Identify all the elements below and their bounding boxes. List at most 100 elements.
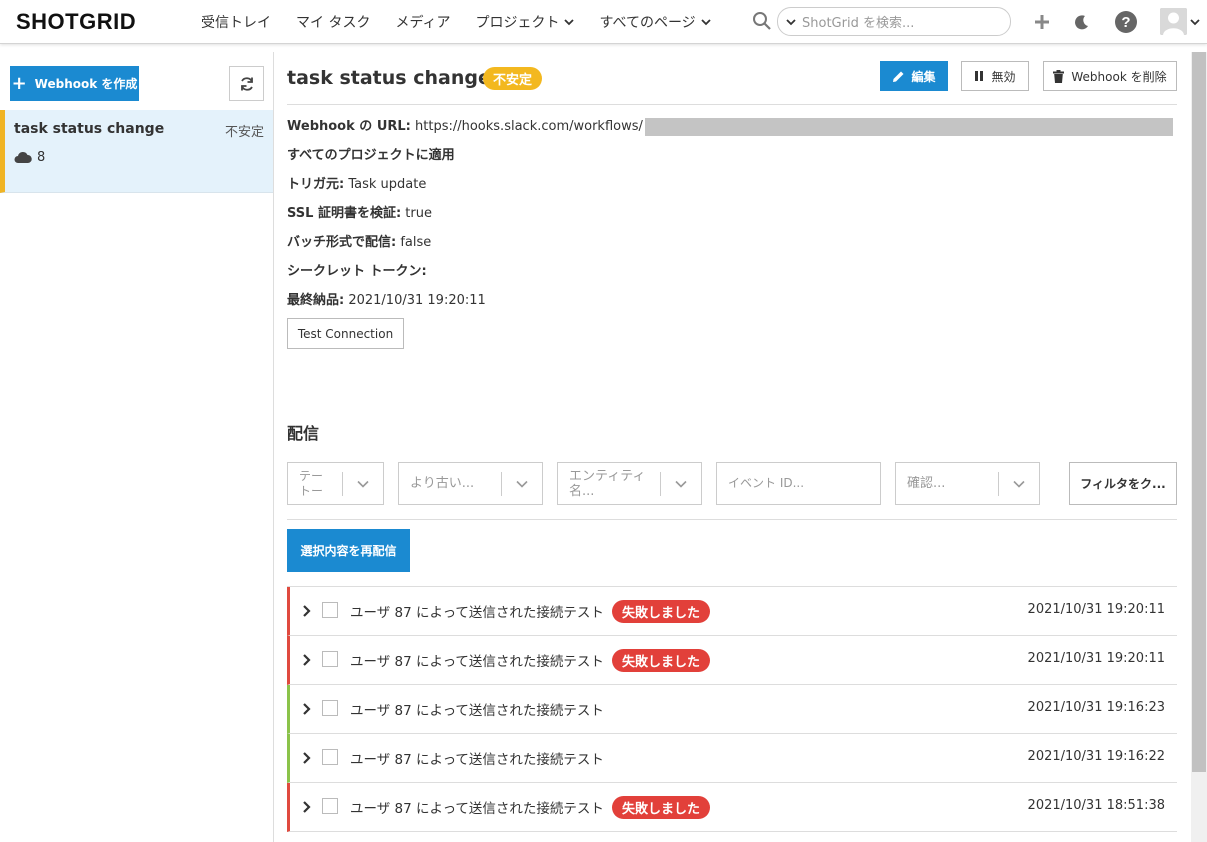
delivery-row[interactable]: ユーザ 87 によって送信された接続テスト 失敗しました 2021/10/31 19… [287, 587, 1177, 636]
failed-badge: 失敗しました [612, 649, 711, 672]
delivery-timestamp: 2021/10/31 18:51:38 [1027, 798, 1165, 813]
row-checkbox[interactable] [322, 700, 338, 716]
webhook-name: task status change [14, 121, 165, 137]
search-icon[interactable] [752, 11, 772, 31]
scope-text: すべてのプロジェクトに適用 [287, 148, 455, 163]
user-avatar[interactable] [1160, 8, 1187, 35]
help-icon[interactable]: ? [1114, 10, 1138, 34]
chevron-down-icon [564, 18, 575, 25]
chevron-down-icon[interactable] [343, 480, 383, 488]
delivery-message: ユーザ 87 によって送信された接続テスト [350, 801, 604, 817]
delivery-row[interactable]: ユーザ 87 によって送信された接続テスト 2021/10/31 19:16:23 [287, 685, 1177, 734]
chevron-right-icon[interactable] [302, 702, 312, 716]
last-delivery-value: 2021/10/31 19:20:11 [348, 293, 486, 308]
row-checkbox[interactable] [322, 602, 338, 618]
plus-icon: + [11, 73, 27, 94]
redacted-block [644, 117, 1173, 136]
webhook-list-item[interactable]: task status change 不安定 8 [0, 110, 273, 193]
nav-inbox[interactable]: 受信トレイ [201, 12, 271, 32]
scope-row: すべてのプロジェクトに適用 [287, 144, 455, 163]
nav-my-tasks[interactable]: マイ タスク [296, 12, 370, 32]
delete-webhook-button[interactable]: Webhook を削除 [1043, 61, 1177, 91]
edit-label: 編集 [911, 69, 936, 84]
nav-inbox-label: 受信トレイ [201, 14, 271, 31]
webhook-detail: task status change 不安定 編集 無効 Webhook を削除… [274, 52, 1191, 842]
url-value: https://hooks.slack.com/workflows/ [415, 119, 643, 134]
secret-token-row: シークレット トークン: [287, 260, 427, 279]
webhook-status: 不安定 [224, 125, 264, 140]
status-badge: 不安定 [483, 67, 543, 90]
pause-icon [975, 71, 984, 81]
trash-icon [1053, 69, 1065, 83]
trigger-label: トリガ元: [287, 177, 345, 192]
filter-type[interactable]: テー トー [287, 462, 384, 505]
chevron-down-icon[interactable] [786, 18, 796, 26]
delivery-row[interactable]: ユーザ 87 によって送信された接続テスト 2021/10/31 19:16:22 [287, 734, 1177, 783]
create-webhook-button[interactable]: + Webhook を作成 [10, 66, 139, 101]
delivery-timestamp: 2021/10/31 19:16:22 [1027, 749, 1165, 764]
search-input[interactable]: ShotGrid を検索... [777, 7, 1011, 36]
scrollbar-thumb[interactable] [1192, 52, 1206, 772]
webhook-sidebar: + Webhook を作成 task status change 不安定 8 [0, 52, 274, 842]
nav-media-label: メディア [395, 14, 451, 31]
failed-badge: 失敗しました [612, 600, 711, 623]
filter-entity-text: エンティティ 名... [569, 468, 646, 499]
shotgrid-logo[interactable]: SHOTGRID [16, 9, 176, 35]
filter-entity-name[interactable]: エンティティ 名... [557, 462, 702, 505]
moon-icon[interactable] [1070, 10, 1094, 34]
delivery-timestamp: 2021/10/31 19:20:11 [1027, 651, 1165, 666]
batch-row: バッチ形式で配信: false [287, 231, 431, 250]
chevron-right-icon[interactable] [302, 800, 312, 814]
ssl-value: true [405, 206, 432, 221]
search-placeholder: ShotGrid を検索... [802, 16, 915, 31]
row-checkbox[interactable] [322, 651, 338, 667]
nav-all-pages[interactable]: すべてのページ [599, 12, 711, 32]
chevron-down-icon[interactable] [999, 480, 1039, 488]
chevron-right-icon[interactable] [302, 653, 312, 667]
resend-selected-button[interactable]: 選択内容を再配信 [287, 529, 410, 572]
row-checkbox[interactable] [322, 749, 338, 765]
webhook-title: task status change [287, 67, 491, 89]
row-checkbox[interactable] [322, 798, 338, 814]
delivery-list: ユーザ 87 によって送信された接続テスト 失敗しました 2021/10/31 19… [287, 586, 1177, 832]
delivery-row[interactable]: ユーザ 87 によって送信された接続テスト 失敗しました 2021/10/31 19… [287, 636, 1177, 685]
secret-label: シークレット トークン: [287, 264, 427, 279]
ssl-label: SSL 証明書を検証: [287, 206, 402, 221]
clear-filters-button[interactable]: フィルタをク... [1069, 462, 1177, 505]
test-connection-button[interactable]: Test Connection [287, 318, 404, 349]
nav-my-tasks-label: マイ タスク [296, 14, 371, 31]
refresh-button[interactable] [229, 66, 264, 101]
delivery-timestamp: 2021/10/31 19:20:11 [1027, 602, 1165, 617]
divider [287, 104, 1177, 105]
filter-age[interactable]: より古い... [398, 462, 543, 505]
failed-badge: 失敗しました [612, 796, 711, 819]
chevron-right-icon[interactable] [302, 604, 312, 618]
cloud-icon [14, 151, 32, 163]
ssl-row: SSL 証明書を検証: true [287, 202, 432, 221]
event-id-input[interactable]: イベント ID... [716, 462, 881, 505]
nav-all-pages-label: すべてのページ [599, 14, 696, 31]
delivery-message: ユーザ 87 によって送信された接続テスト [350, 752, 604, 768]
deliveries-title: 配信 [287, 424, 320, 443]
last-delivery-row: 最終納品: 2021/10/31 19:20:11 [287, 289, 486, 308]
delivery-row[interactable]: ユーザ 87 によって送信された接続テスト 失敗しました 2021/10/31 18… [287, 783, 1177, 832]
filter-acknowledged[interactable]: 確認... [895, 462, 1040, 505]
webhook-delivery-count: 8 [14, 150, 45, 165]
delivery-message: ユーザ 87 によって送信された接続テスト [350, 605, 604, 621]
divider [287, 519, 1177, 520]
disable-label: 無効 [991, 69, 1016, 84]
chevron-down-icon[interactable] [1190, 18, 1200, 26]
url-label: Webhook の URL: [287, 119, 411, 134]
disable-button[interactable]: 無効 [961, 61, 1029, 91]
pencil-icon [893, 71, 904, 82]
filter-type-text: テー トー [299, 468, 324, 498]
delivery-message: ユーザ 87 によって送信された接続テスト [350, 703, 604, 719]
chevron-right-icon[interactable] [302, 751, 312, 765]
last-delivery-label: 最終納品: [287, 293, 345, 308]
chevron-down-icon[interactable] [661, 480, 701, 488]
nav-projects[interactable]: プロジェクト [475, 12, 575, 32]
nav-media[interactable]: メディア [395, 12, 450, 32]
plus-icon[interactable] [1030, 10, 1054, 34]
edit-button[interactable]: 編集 [880, 61, 948, 91]
chevron-down-icon[interactable] [502, 480, 542, 488]
